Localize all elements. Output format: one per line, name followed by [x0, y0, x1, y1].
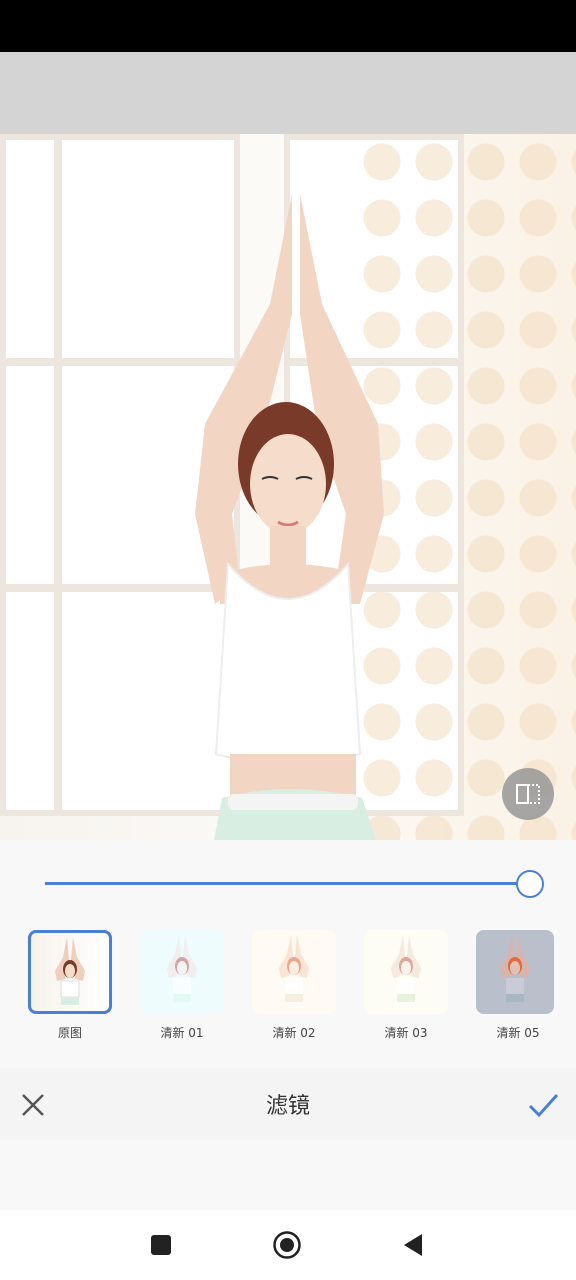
filter-thumb: [140, 930, 224, 1014]
woman-photo: [195, 194, 384, 840]
status-bar: [0, 0, 576, 52]
filter-label: 清新 03: [384, 1026, 428, 1040]
check-icon: [528, 1093, 559, 1118]
top-toolbar: [0, 52, 576, 134]
filter-thumb: [28, 930, 112, 1014]
intensity-slider-track[interactable]: [45, 882, 531, 885]
filter-original[interactable]: 原图: [28, 930, 112, 1040]
photo-preview: [0, 134, 576, 840]
compare-icon: [516, 784, 540, 804]
nav-recent-button[interactable]: [146, 1230, 176, 1260]
page-title: 滤镜: [265, 1094, 310, 1119]
back-triangle-icon: [404, 1234, 422, 1256]
filter-label: 原图: [57, 1026, 82, 1040]
filter-label: 清新 01: [160, 1026, 204, 1040]
filter-fresh-05[interactable]: 清新 05: [476, 930, 556, 1040]
filter-thumb: [252, 930, 336, 1014]
bottom-action-bar: 滤镜: [0, 1068, 576, 1140]
nav-home-button[interactable]: [272, 1230, 302, 1260]
filter-label: 清新 05: [496, 1026, 540, 1040]
close-icon: [22, 1094, 44, 1116]
intensity-slider-knob[interactable]: [516, 870, 544, 898]
compare-button[interactable]: [502, 768, 554, 820]
filter-fresh-03[interactable]: 清新 03: [364, 930, 448, 1040]
cancel-button[interactable]: [18, 1090, 48, 1120]
nav-back-button[interactable]: [398, 1230, 428, 1260]
square-icon: [151, 1235, 171, 1255]
filter-thumb: [476, 930, 554, 1014]
circle-icon: [273, 1231, 301, 1259]
filter-label: 清新 02: [272, 1026, 316, 1040]
confirm-button[interactable]: [526, 1088, 560, 1122]
filter-fresh-01[interactable]: 清新 01: [140, 930, 224, 1040]
filter-fresh-02[interactable]: 清新 02: [252, 930, 336, 1040]
filter-thumb: [364, 930, 448, 1014]
